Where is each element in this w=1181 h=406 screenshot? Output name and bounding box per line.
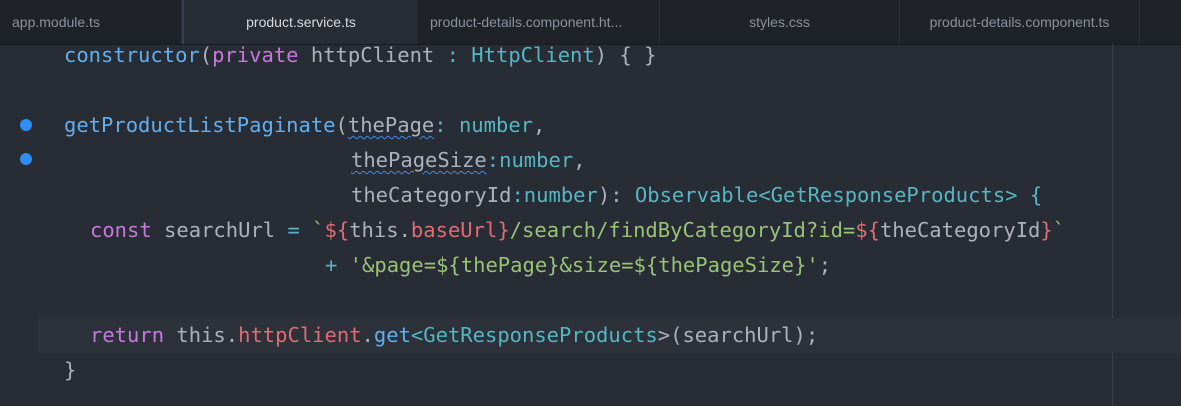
token-param: theCategoryId [351,183,512,207]
token-keyword: return [90,323,165,347]
token-keyword: private [212,43,299,67]
token: : [434,113,459,137]
code-content: } [64,353,76,388]
token: ; [818,253,832,277]
code-line: const searchUrl = `${this.baseUrl}/searc… [0,213,1181,248]
code-content: constructor(private httpClient : HttpCli… [64,38,656,73]
token: , [533,113,546,137]
code-line: theCategoryId:number): Observable<GetRes… [0,178,1181,213]
token-operator: = [287,218,300,242]
code-line: + '&page=${thePage}&size=${thePageSize}'… [0,248,1181,283]
token: ( [335,113,348,137]
token-type: HttpClient [458,43,595,67]
token-type: Observable [634,183,759,207]
token-interp: } [1040,218,1053,242]
token-property: baseUrl [410,218,498,242]
token-type: number [499,148,574,172]
code-content: thePageSize:number, [351,143,586,178]
token-keyword: const [90,218,152,242]
token: ) { } [594,43,657,67]
code-content: const searchUrl = `${this.baseUrl}/searc… [90,213,1065,248]
token-operator: + [325,253,338,277]
token-string: '&page=${thePage}&size=${thePageSize}' [337,253,819,277]
code-editor-window: app.module.ts product.service.ts product… [0,0,1181,406]
token: . [398,218,411,242]
token-type: number [523,183,598,207]
token-interp: } [497,218,510,242]
token: : [511,183,524,207]
token-operator: : [446,43,459,67]
token-param: thePageSize [351,148,487,172]
token-string: ` [1052,218,1066,242]
token-string: ` [299,218,325,242]
token-type: number [458,113,534,137]
token: this [349,218,399,242]
token-keyword: constructor [64,43,200,67]
token-function: get [373,323,411,347]
token-function: getProductListPaginate [64,113,336,137]
code-line: getProductListPaginate(thePage: number, [0,108,1181,143]
token: ( [199,43,213,67]
code-content: getProductListPaginate(thePage: number, [64,108,545,143]
token-string: /search/findByCategoryId?id= [509,218,856,242]
token: : [486,148,500,172]
code-content: theCategoryId:number): Observable<GetRes… [351,178,1042,213]
code-content: + '&page=${thePage}&size=${thePageSize}'… [325,248,831,283]
token: . [361,323,374,347]
editor-area[interactable]: constructor(private httpClient : HttpCli… [0,43,1181,406]
token-property: httpClient [238,323,362,347]
token: this. [164,323,239,347]
code-content: return this.httpClient.get<GetResponsePr… [90,318,818,353]
token-interp: ${ [324,218,350,242]
token-type: GetResponseProducts [423,323,658,347]
code-line: } [0,353,1181,388]
token: ): [597,183,635,207]
token-param: thePage [347,113,435,137]
token-type: GetResponseProducts [770,183,1006,207]
token-interp: ${ [855,218,880,242]
token: < [410,323,424,347]
token: > { [1005,183,1043,207]
token: < [758,183,771,207]
token: theCategoryId [879,218,1041,242]
token: >(searchUrl); [657,323,819,347]
code-line-current: return this.httpClient.get<GetResponsePr… [38,318,1181,353]
code-line: thePageSize:number, [0,143,1181,178]
token: searchUrl [151,218,288,242]
token: } [64,358,77,382]
code-line: constructor(private httpClient : HttpCli… [0,38,1181,73]
token: , [573,148,586,172]
token: httpClient [298,43,447,67]
